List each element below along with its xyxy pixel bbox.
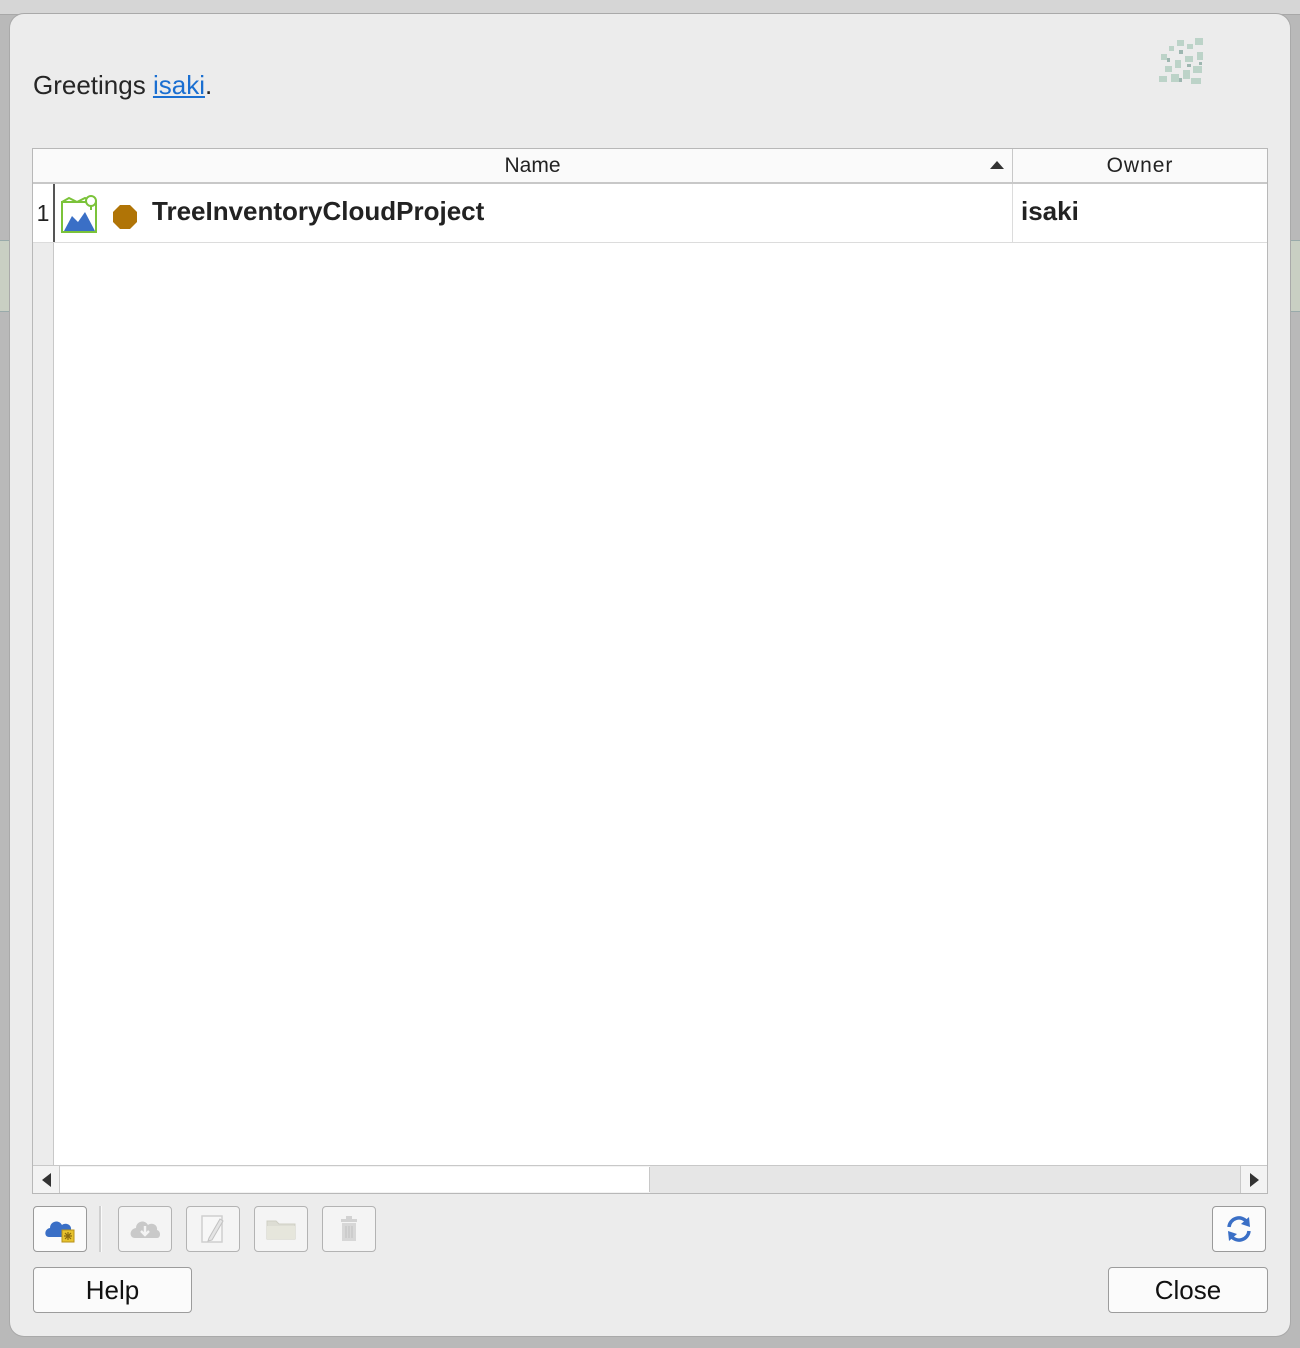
owner-cell: isaki bbox=[1012, 184, 1267, 242]
table-header: Name Owner bbox=[33, 149, 1267, 184]
avatar-icon[interactable] bbox=[1157, 36, 1207, 86]
column-header-owner[interactable]: Owner bbox=[1013, 149, 1267, 182]
sort-ascending-icon bbox=[990, 161, 1004, 169]
download-project-button[interactable] bbox=[118, 1206, 172, 1252]
greeting-suffix: . bbox=[204, 70, 213, 100]
row-number: 1 bbox=[33, 184, 55, 242]
delete-icon bbox=[341, 1216, 357, 1241]
row-header-column bbox=[33, 184, 54, 1165]
cloud-projects-dialog: Greetings isaki. Name Owner 1 TreeInvent… bbox=[10, 14, 1290, 1336]
open-folder-icon bbox=[266, 1220, 296, 1240]
arrow-left-icon bbox=[41, 1172, 51, 1187]
edit-project-button[interactable] bbox=[186, 1206, 240, 1252]
status-dot-icon bbox=[113, 205, 137, 229]
username-link[interactable]: isaki bbox=[153, 70, 205, 100]
refresh-button[interactable] bbox=[1212, 1206, 1266, 1252]
table-row[interactable]: 1 TreeInventoryCloudProject isaki bbox=[33, 184, 1267, 243]
toolbar-separator bbox=[99, 1206, 102, 1252]
qgis-project-icon bbox=[61, 195, 97, 233]
greeting-prefix: Greetings bbox=[33, 70, 153, 100]
background-panel-left bbox=[0, 240, 10, 312]
open-folder-button[interactable] bbox=[254, 1206, 308, 1252]
refresh-icon bbox=[1227, 1216, 1251, 1242]
close-button[interactable]: Close bbox=[1108, 1267, 1268, 1313]
horizontal-scrollbar[interactable] bbox=[33, 1165, 1267, 1193]
column-header-name-label: Name bbox=[504, 153, 561, 177]
scroll-right-button[interactable] bbox=[1240, 1166, 1267, 1193]
help-button[interactable]: Help bbox=[33, 1267, 192, 1313]
scrollbar-thumb[interactable] bbox=[60, 1167, 650, 1192]
project-owner: isaki bbox=[1021, 196, 1079, 226]
scroll-left-button[interactable] bbox=[33, 1166, 60, 1193]
download-cloud-icon bbox=[130, 1221, 160, 1238]
scrollbar-track[interactable] bbox=[650, 1166, 1240, 1193]
create-cloud-project-icon bbox=[45, 1221, 75, 1243]
column-header-name[interactable]: Name bbox=[53, 149, 1013, 182]
arrow-right-icon bbox=[1249, 1172, 1259, 1187]
create-cloud-project-button[interactable] bbox=[33, 1206, 87, 1252]
edit-icon bbox=[201, 1215, 224, 1243]
project-name: TreeInventoryCloudProject bbox=[152, 196, 485, 226]
background-panel-right bbox=[1290, 240, 1300, 312]
background-window-strip bbox=[0, 0, 1300, 15]
greeting-text: Greetings isaki. bbox=[33, 70, 212, 101]
column-header-owner-label: Owner bbox=[1106, 153, 1174, 177]
projects-table: Name Owner 1 TreeInventoryCloudProject i… bbox=[32, 148, 1268, 1194]
delete-project-button[interactable] bbox=[322, 1206, 376, 1252]
